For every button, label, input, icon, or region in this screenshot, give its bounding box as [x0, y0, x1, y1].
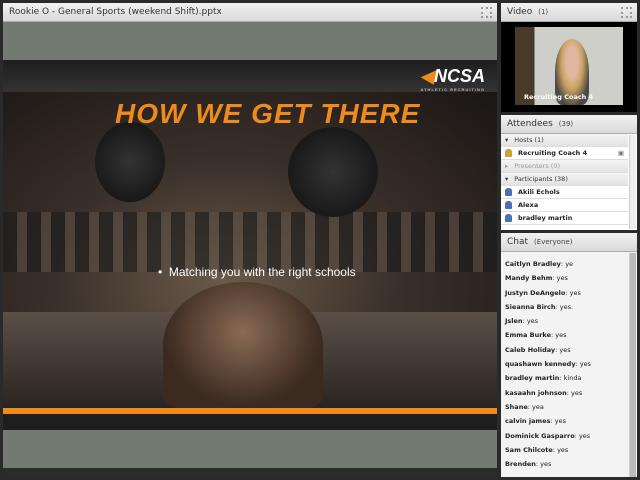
- chat-text: yes: [569, 288, 581, 297]
- chat-text: ye: [565, 260, 574, 268]
- chat-message: Justyn DeAngelo: yes: [505, 288, 581, 297]
- chat-message: Caleb Holiday: yes: [505, 345, 571, 354]
- chat-text: yes: [571, 388, 583, 397]
- group-hosts[interactable]: ▾ Hosts (1): [501, 134, 628, 147]
- group-participants[interactable]: ▾ Participants (38): [501, 173, 628, 186]
- chat-text: yes: [556, 274, 568, 283]
- chat-sender: Caleb Holiday: [505, 345, 556, 354]
- user-icon: [505, 201, 512, 209]
- chat-text: yes: [540, 460, 552, 469]
- chat-message: Caitlyn Bradley: ye: [505, 260, 574, 268]
- attendees-pod: Attendees (39) ▾ Hosts (1) Recruiting Coa…: [501, 115, 637, 230]
- video-title: Video: [507, 7, 533, 17]
- lifter: [163, 282, 323, 408]
- chat-sender: Dominick Gasparro: [505, 431, 575, 440]
- chat-text: yes: [557, 445, 569, 454]
- chat-sender: Emma Burke: [505, 331, 551, 340]
- chat-text: yes: [579, 360, 592, 369]
- chat-pod: Chat (Everyone) Caitlyn Bradley: ye Mandy …: [501, 233, 637, 477]
- chat-sender: calvin james: [505, 417, 551, 426]
- host-user-icon: [505, 149, 512, 157]
- chat-message: Mandy Behm: yes: [505, 274, 568, 283]
- video-label: Recruiting Coach 4: [524, 93, 594, 101]
- slide-footer: [3, 414, 497, 430]
- chat-message: quashawn kennedy: yes: [505, 360, 592, 369]
- attendee-item[interactable]: Alexa: [501, 199, 628, 212]
- attendees-header: Attendees (39): [501, 115, 637, 134]
- chat-sender: Caitlyn Bradley: [505, 260, 561, 268]
- attendee-item[interactable]: bradley martin: [501, 212, 628, 225]
- ncsa-logo: ◀NCSA ATHLETIC RECRUITING: [420, 66, 485, 92]
- chat-sender: Sam Chilcote: [505, 445, 553, 454]
- dumbbell-right: [288, 127, 378, 217]
- chat-text: yea: [532, 402, 544, 411]
- chat-header: Chat (Everyone): [501, 233, 637, 252]
- attendees-title: Attendees: [507, 119, 553, 129]
- chat-message: Sam Chilcote: yes: [505, 445, 569, 454]
- dumbbell-rack: [3, 212, 497, 272]
- chat-message: Emma Burke: yes: [505, 331, 567, 340]
- attendees-scrollbar[interactable]: [629, 135, 636, 229]
- chat-sender: Jslen: [505, 317, 523, 326]
- dumbbell-left: [95, 122, 165, 202]
- slide-header-band: ◀NCSA ATHLETIC RECRUITING: [3, 60, 497, 92]
- fullscreen-icon[interactable]: [621, 7, 632, 18]
- chat-sender: Justyn DeAngelo: [505, 288, 566, 297]
- chat-scope: (Everyone): [534, 238, 573, 246]
- slide-bullet: • Matching you with the right schools: [158, 265, 356, 279]
- video-feed: Recruiting Coach 4: [515, 27, 623, 105]
- slide-bottom-area: [3, 430, 497, 468]
- video-pod: Video (1) Recruiting Coach 4: [501, 3, 637, 112]
- chat-message: bradley martin: kinda: [505, 374, 582, 383]
- chat-sender: quashawn kennedy: [505, 360, 576, 369]
- attendees-count: (39): [558, 120, 574, 128]
- chat-title: Chat: [507, 237, 529, 247]
- chat-sender: Shane: [505, 402, 528, 411]
- chat-text: yes: [578, 431, 591, 440]
- chat-messages: Caitlyn Bradley: ye Mandy Behm: yes Justyn…: [501, 252, 637, 474]
- chat-text: yes.: [559, 302, 574, 311]
- user-icon: [505, 214, 512, 222]
- chat-sender: bradley martin: [505, 374, 560, 383]
- chat-message: Shane: yea: [505, 402, 544, 411]
- chat-text: yes: [526, 317, 539, 326]
- user-icon: [505, 188, 512, 196]
- slide-title: HOW WE GET THERE: [115, 98, 421, 129]
- fullscreen-icon[interactable]: [481, 7, 492, 18]
- chat-text: yes: [554, 417, 566, 426]
- chat-message: Jslen: yes: [505, 317, 539, 326]
- attendee-item[interactable]: Akili Echols: [501, 186, 628, 199]
- chat-text: yes: [555, 331, 567, 340]
- attendee-host[interactable]: Recruiting Coach 4 ▣: [501, 147, 628, 160]
- share-pod: Rookie O - General Sports (weekend Shift…: [3, 3, 497, 477]
- slide-photo: HOW WE GET THERE • Matching you with the…: [3, 92, 497, 408]
- slide-top-area: [3, 22, 497, 60]
- chat-message: Sieanna Birch: yes.: [505, 302, 574, 311]
- webcam-icon: ▣: [617, 149, 624, 157]
- chat-sender: Mandy Behm: [505, 274, 553, 283]
- chat-message: Brenden: yes: [505, 460, 552, 469]
- group-presenters[interactable]: ▸ Presenters (0): [501, 160, 628, 173]
- chat-message: kasaahn johnson: yes: [505, 388, 583, 397]
- chat-sender: Sieanna Birch: [505, 302, 556, 311]
- chat-sender: kasaahn johnson: [505, 388, 567, 397]
- video-count: (1): [538, 8, 549, 16]
- share-title: Rookie O - General Sports (weekend Shift…: [9, 7, 222, 17]
- chat-message: Dominick Gasparro: yes: [505, 431, 591, 440]
- chat-message: calvin james: yes: [505, 417, 566, 426]
- chat-text: yes: [559, 345, 571, 354]
- video-header: Video (1): [501, 3, 637, 22]
- share-pod-header: Rookie O - General Sports (weekend Shift…: [3, 3, 497, 22]
- chat-text: kinda: [563, 374, 582, 383]
- chat-scrollbar[interactable]: [629, 253, 636, 477]
- chat-sender: Brenden: [505, 460, 536, 469]
